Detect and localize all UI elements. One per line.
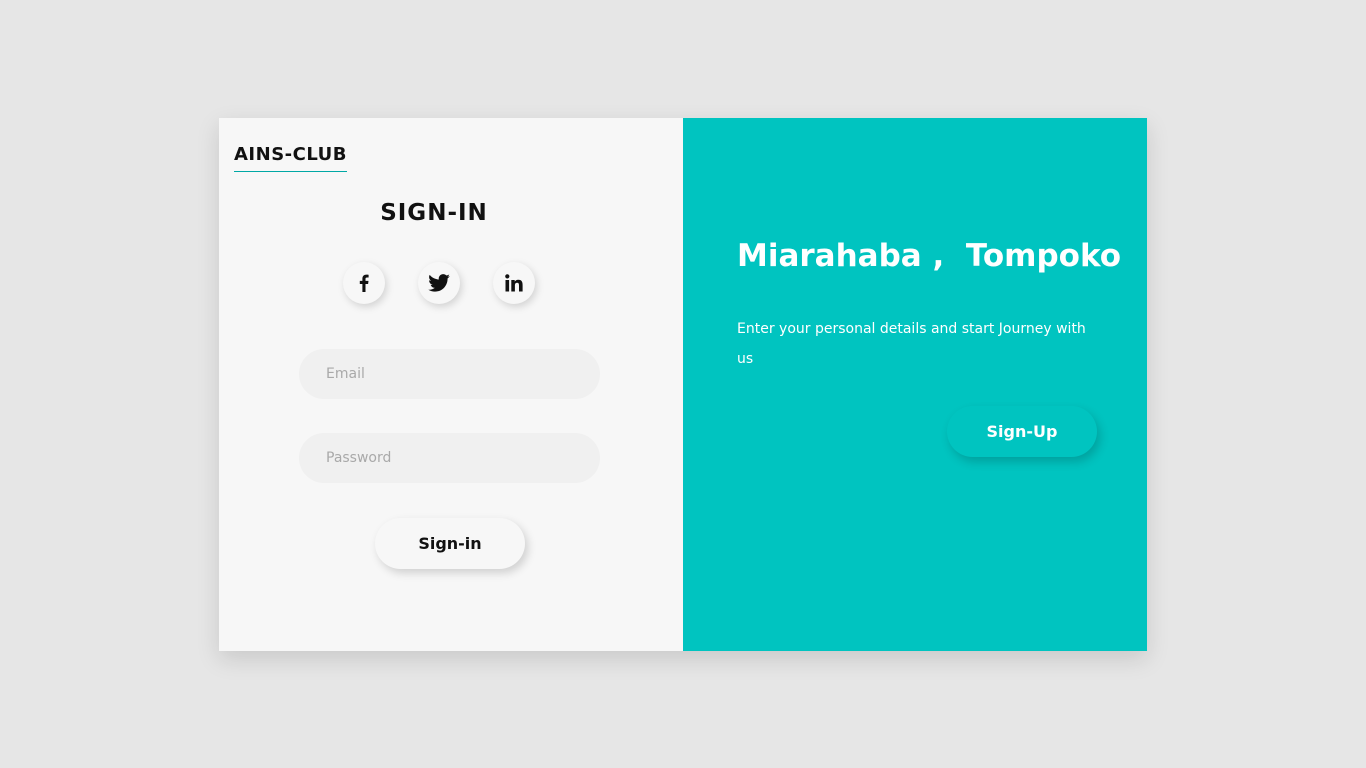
signin-title: SIGN-IN bbox=[380, 200, 488, 226]
linkedin-icon bbox=[505, 274, 523, 292]
password-input[interactable] bbox=[299, 433, 600, 483]
linkedin-button[interactable] bbox=[493, 262, 535, 304]
email-input[interactable] bbox=[299, 349, 600, 399]
greeting-heading: Miarahaba , Tompoko bbox=[737, 238, 1122, 274]
signup-button[interactable]: Sign-Up bbox=[947, 406, 1097, 457]
signup-panel: Miarahaba , Tompoko Enter your personal … bbox=[683, 118, 1147, 651]
signin-panel: AINS-CLUB SIGN-IN Sign-in bbox=[219, 118, 683, 651]
signup-description: Enter your personal details and start Jo… bbox=[737, 321, 1086, 367]
facebook-icon bbox=[359, 274, 369, 292]
facebook-button[interactable] bbox=[343, 262, 385, 304]
signin-button[interactable]: Sign-in bbox=[375, 518, 525, 569]
twitter-icon bbox=[428, 274, 450, 292]
auth-card: AINS-CLUB SIGN-IN Sign-in Miarahaba , To… bbox=[219, 118, 1147, 651]
brand-logo: AINS-CLUB bbox=[234, 144, 348, 172]
twitter-button[interactable] bbox=[418, 262, 460, 304]
